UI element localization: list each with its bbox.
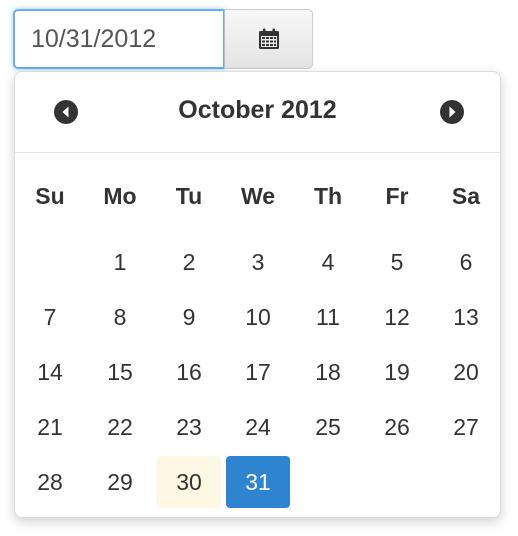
day-cell[interactable]: 28 (18, 456, 82, 508)
calendar-button[interactable] (224, 9, 313, 69)
day-cell[interactable]: 14 (18, 346, 82, 398)
day-cell[interactable]: 18 (296, 346, 360, 398)
day-of-week-label: Tu (175, 182, 203, 209)
day-of-week-label: Sa (451, 182, 481, 209)
day-cell[interactable]: 10 (226, 291, 290, 343)
day-cell[interactable]: 25 (296, 401, 360, 453)
day-of-week-label: Fr (385, 182, 409, 209)
day-cell[interactable]: 15 (88, 346, 152, 398)
day-cell[interactable]: 20 (434, 346, 498, 398)
month-title[interactable]: October 2012 (178, 96, 336, 124)
day-cell[interactable]: 19 (365, 346, 429, 398)
day-cell[interactable]: 29 (88, 456, 152, 508)
day-cell[interactable]: 16 (157, 346, 221, 398)
day-cell[interactable]: 11 (296, 291, 360, 343)
day-cell[interactable]: 1 (88, 236, 152, 288)
day-cell[interactable]: 4 (296, 236, 360, 288)
datepicker-header: October 2012 (15, 72, 500, 153)
day-cell[interactable]: 13 (434, 291, 498, 343)
calendar-icon (258, 28, 279, 49)
datepicker-popup: October 2012 Su Mo Tu We Th Fr Sa 1 2 3 4 5 6 7 8 9 10 1… (14, 71, 501, 518)
day-cell-selected[interactable]: 31 (226, 456, 290, 508)
date-input[interactable] (13, 9, 225, 69)
day-cell[interactable]: 17 (226, 346, 290, 398)
day-cell[interactable]: 9 (157, 291, 221, 343)
day-of-week-label: Su (35, 182, 65, 209)
day-cell[interactable]: 27 (434, 401, 498, 453)
prev-month-icon[interactable] (53, 99, 79, 125)
day-cell[interactable]: 26 (365, 401, 429, 453)
day-cell-today[interactable]: 30 (157, 456, 221, 508)
day-of-week-label: Mo (103, 182, 137, 209)
next-month-icon[interactable] (439, 99, 465, 125)
day-cell[interactable]: 21 (18, 401, 82, 453)
day-of-week-label: We (240, 182, 276, 209)
day-cell[interactable]: 5 (365, 236, 429, 288)
day-of-week-label: Th (313, 182, 343, 209)
day-cell[interactable]: 7 (18, 291, 82, 343)
day-cell[interactable]: 2 (157, 236, 221, 288)
day-cell[interactable]: 3 (226, 236, 290, 288)
day-cell[interactable]: 8 (88, 291, 152, 343)
day-cell[interactable]: 22 (88, 401, 152, 453)
day-cell[interactable]: 23 (157, 401, 221, 453)
day-cell[interactable]: 6 (434, 236, 498, 288)
month-title-wrap: October 2012 (15, 96, 500, 125)
day-cell[interactable]: 12 (365, 291, 429, 343)
day-cell[interactable]: 24 (226, 401, 290, 453)
